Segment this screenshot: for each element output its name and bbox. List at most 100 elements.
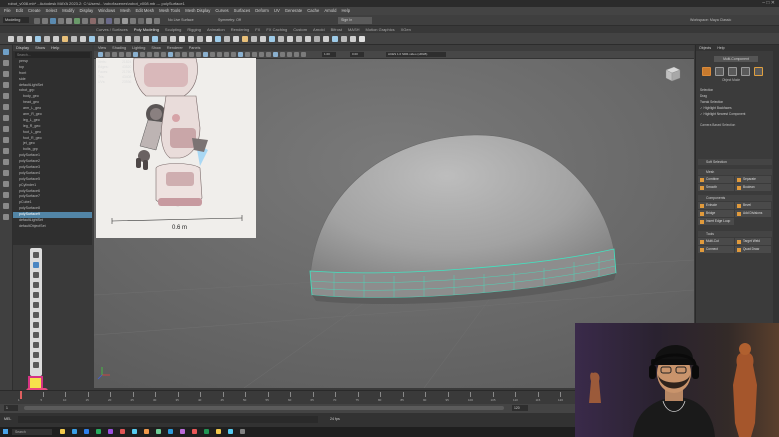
menu-cache[interactable]: Cache <box>307 8 319 13</box>
shelf-tool-icon[interactable] <box>341 36 347 42</box>
toolkit-menu-help[interactable]: Help <box>717 46 724 50</box>
toolbox-icon[interactable] <box>3 214 9 220</box>
viewport-tool-icon[interactable] <box>231 52 236 57</box>
taskbar-app-icon[interactable] <box>72 429 77 434</box>
shelf-tool-icon[interactable] <box>17 36 23 42</box>
shelf-tool-icon[interactable] <box>170 36 176 42</box>
menu-windows[interactable]: Windows <box>98 8 115 13</box>
viewport-tool-icon[interactable] <box>245 52 250 57</box>
status-tool-icon[interactable] <box>154 17 160 24</box>
viewport-tool-icon[interactable] <box>189 52 194 57</box>
gamma-field[interactable]: 1.00 <box>322 52 336 57</box>
status-tool-icon[interactable] <box>138 17 144 24</box>
viewport-tool-icon[interactable] <box>273 52 278 57</box>
palette-tool-icon[interactable] <box>33 332 39 338</box>
shelf-tab[interactable]: FX Caching <box>266 27 287 32</box>
viewport-menu-shading[interactable]: Shading <box>112 46 126 50</box>
menu-deform[interactable]: Deform <box>255 8 269 13</box>
shelf-tool-icon[interactable] <box>107 36 113 42</box>
menu-edit-mesh[interactable]: Edit Mesh <box>136 8 155 13</box>
tools-section-header[interactable]: Tools <box>698 231 772 237</box>
viewport-tool-icon[interactable] <box>196 52 201 57</box>
workspace-dropdown[interactable]: Workspace: Maya Classic <box>690 17 731 23</box>
status-tool-icon[interactable] <box>98 17 104 24</box>
toolbox-icon[interactable] <box>3 115 9 121</box>
toolbox-icon[interactable] <box>3 181 9 187</box>
viewport-tool-icon[interactable] <box>280 52 285 57</box>
viewport-menu-renderer[interactable]: Renderer <box>167 46 183 50</box>
viewport-tool-icon[interactable] <box>112 52 117 57</box>
fps-dropdown[interactable]: 24 fps <box>330 417 340 421</box>
viewport-tool-icon[interactable] <box>203 52 208 57</box>
shelf-tool-icon[interactable] <box>206 36 212 42</box>
taskbar-app-icon[interactable] <box>156 429 161 434</box>
shelf-tool-icon[interactable] <box>188 36 194 42</box>
status-tool-icon[interactable] <box>74 17 80 24</box>
toolbox-icon[interactable] <box>3 148 9 154</box>
viewport-tool-icon[interactable] <box>266 52 271 57</box>
viewport-tool-icon[interactable] <box>287 52 292 57</box>
toolkit-bridge-button[interactable]: Bridge <box>698 210 734 217</box>
view-cube[interactable] <box>664 66 682 82</box>
shelf-tab[interactable]: XGen <box>401 27 411 32</box>
viewport-tool-icon[interactable] <box>154 52 159 57</box>
toolkit-separate-button[interactable]: Separate <box>735 176 771 183</box>
current-frame-marker[interactable] <box>20 391 22 399</box>
toolkit-option[interactable]: ✓ Highlight Nearest Component <box>700 111 770 117</box>
command-language[interactable]: MEL <box>4 417 11 421</box>
status-tool-icon[interactable] <box>106 17 112 24</box>
shelf-tab[interactable]: Rigging <box>187 27 201 32</box>
taskbar-app-icon[interactable] <box>132 429 137 434</box>
menu-create[interactable]: Create <box>28 8 41 13</box>
taskbar-app-icon[interactable] <box>204 429 209 434</box>
taskbar-app-icon[interactable] <box>60 429 65 434</box>
shelf-tool-icon[interactable] <box>89 36 95 42</box>
status-tool-icon[interactable] <box>82 17 88 24</box>
shelf-tool-icon[interactable] <box>152 36 158 42</box>
toolbox-icon[interactable] <box>3 137 9 143</box>
shelf-tool-icon[interactable] <box>323 36 329 42</box>
command-line[interactable]: MEL 24 fps <box>0 413 575 427</box>
shelf-tool-icon[interactable] <box>305 36 311 42</box>
range-end[interactable]: 120 <box>512 405 528 411</box>
palette-tool-icon[interactable] <box>33 342 39 348</box>
toolkit-target-weld-button[interactable]: Target Weld <box>735 238 771 245</box>
palette-tool-icon[interactable] <box>33 282 39 288</box>
palette-tool-icon[interactable] <box>33 302 39 308</box>
status-tool-icon[interactable] <box>90 17 96 24</box>
toolkit-menu-objects[interactable]: Objects <box>699 46 711 50</box>
shelf-tool-icon[interactable] <box>8 36 14 42</box>
palette-tool-icon[interactable] <box>33 252 39 258</box>
menu-mesh-display[interactable]: Mesh Display <box>185 8 210 13</box>
toolkit-multi-cut-button[interactable]: Multi-Cut <box>698 238 734 245</box>
toolbox-icon[interactable] <box>3 192 9 198</box>
toolkit-insert-edge-loop-button[interactable]: Insert Edge Loop <box>698 218 734 225</box>
palette-tool-icon[interactable] <box>33 312 39 318</box>
selection-mode-icon[interactable] <box>741 67 750 76</box>
viewport-tool-icon[interactable] <box>252 52 257 57</box>
toolbox-icon[interactable] <box>3 104 9 110</box>
status-tool-icon[interactable] <box>42 17 48 24</box>
exposure-field[interactable]: 0.00 <box>350 52 364 57</box>
palette-tool-icon[interactable] <box>33 352 39 358</box>
viewport-tool-icon[interactable] <box>168 52 173 57</box>
status-tool-icon[interactable] <box>130 17 136 24</box>
start-icon[interactable] <box>3 429 8 434</box>
shelf-tool-icon[interactable] <box>62 36 68 42</box>
viewport-tool-icon[interactable] <box>98 52 103 57</box>
palette-tool-icon[interactable] <box>33 362 39 368</box>
shelf-tab[interactable]: Arnold <box>313 27 325 32</box>
toolkit-connect-button[interactable]: Connect <box>698 246 734 253</box>
palette-tool-icon[interactable] <box>33 292 39 298</box>
shelf-tool-icon[interactable] <box>242 36 248 42</box>
viewport-menu-panels[interactable]: Panels <box>189 46 201 50</box>
toolbox-icon[interactable] <box>3 170 9 176</box>
toolbox-icon[interactable] <box>3 71 9 77</box>
shelf-tab[interactable]: Rendering <box>231 27 249 32</box>
range-slider[interactable]: 1 120 <box>0 404 575 413</box>
outliner-search[interactable]: Search... <box>15 52 90 58</box>
no-live-surface[interactable]: No Live Surface <box>168 17 194 23</box>
toolbox-icon[interactable] <box>3 82 9 88</box>
shelf-tool-icon[interactable] <box>26 36 32 42</box>
shelf-tool-icon[interactable] <box>143 36 149 42</box>
